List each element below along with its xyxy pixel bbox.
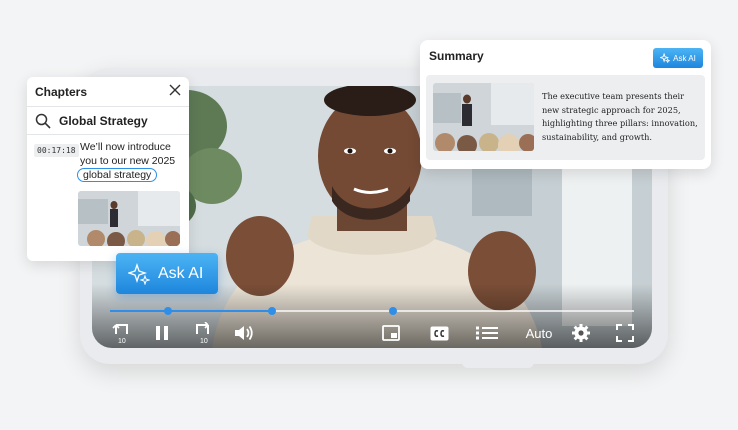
pip-icon (382, 325, 400, 341)
sparkle-icon (128, 262, 150, 285)
summary-title: Summary (429, 49, 484, 63)
chapter-text-body: We’ll now introduce you to our new 2025 (80, 141, 176, 167)
fullscreen-button[interactable] (614, 322, 636, 344)
chapter-entry[interactable]: 00:17:18 We’ll now introduce you to our … (27, 135, 189, 259)
progress-fill (110, 310, 273, 312)
pause-icon (156, 326, 168, 340)
rewind-10-button[interactable]: 10 (110, 322, 134, 344)
fullscreen-icon (616, 324, 634, 342)
summary-ask-ai-button[interactable]: Ask AI (653, 48, 703, 68)
settings-button[interactable] (570, 322, 592, 344)
volume-icon (235, 325, 253, 341)
summary-thumbnail (433, 83, 534, 151)
search-highlight: global strategy (77, 168, 158, 182)
summary-panel: Summary Ask AI The executive team presen… (420, 40, 711, 169)
chapter-marker[interactable] (163, 307, 172, 315)
close-icon (169, 84, 181, 95)
list-icon (476, 326, 498, 340)
chapters-button[interactable] (474, 322, 500, 344)
quality-selector[interactable]: Auto (524, 322, 554, 344)
close-button[interactable] (169, 83, 181, 101)
ask-ai-label: Ask AI (158, 264, 204, 282)
presentation-thumbnail (78, 191, 180, 246)
device-stand (462, 360, 534, 368)
rewind-label: 10 (118, 338, 126, 344)
forward-10-button[interactable]: 10 (190, 322, 214, 344)
picture-in-picture-button[interactable] (380, 322, 402, 344)
chapter-thumbnail[interactable] (78, 191, 180, 246)
summary-text: The executive team presents their new st… (542, 91, 698, 142)
presentation-thumbnail (433, 83, 534, 151)
chapters-title: Chapters (35, 84, 88, 99)
summary-card: The executive team presents their new st… (426, 75, 705, 160)
ask-ai-button[interactable]: Ask AI (116, 253, 218, 294)
chapter-marker[interactable] (388, 307, 397, 315)
chapters-header: Chapters (27, 77, 189, 107)
forward-icon: 10 (196, 322, 209, 344)
volume-button[interactable] (232, 322, 256, 344)
chapters-panel: Chapters Global Strategy 00:17:18 We’ll … (27, 77, 189, 261)
summary-ask-ai-label: Ask AI (673, 53, 696, 63)
rewind-icon: 10 (112, 324, 128, 344)
sparkle-icon (660, 53, 671, 63)
captions-button[interactable] (428, 322, 450, 344)
chapters-search[interactable]: Global Strategy (27, 107, 189, 135)
search-input[interactable]: Global Strategy (59, 114, 148, 128)
forward-label: 10 (200, 338, 208, 344)
cc-icon (430, 326, 448, 340)
chapter-timestamp: 00:17:18 (34, 144, 79, 157)
gear-icon (572, 324, 590, 342)
pause-button[interactable] (152, 322, 172, 344)
search-icon (35, 113, 51, 129)
progress-bar[interactable] (110, 307, 634, 315)
chapter-text: We’ll now introduce you to our new 2025 … (77, 140, 184, 182)
